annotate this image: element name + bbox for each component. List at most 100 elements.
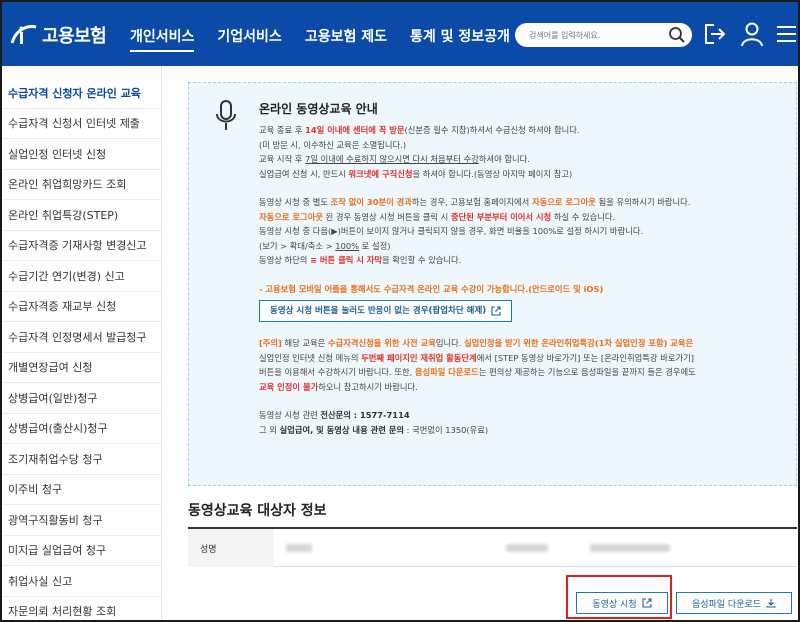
text: 해당 교육은 [281, 338, 328, 348]
text: 입니다. [435, 338, 465, 348]
text-underline: 100% [335, 240, 360, 251]
notice-line: (미 방문 시, 이수하신 교육은 소멸됩니다.) [259, 138, 795, 153]
name-label: 성명 [188, 529, 274, 567]
nav-statistics[interactable]: 통계 및 정보공개 [410, 26, 510, 50]
sidebar-item-relocation[interactable]: 이주비 청구 [2, 475, 161, 505]
text: 동영상 하단의 [259, 255, 311, 265]
text-emphasis: 음성파일 다운로드 [414, 367, 479, 377]
text-bold: 전산문의 : 1577-7114 [320, 410, 410, 420]
text: 을 하셔야 합니다.(동영상 마지막 페이지 참고) [412, 168, 573, 179]
mobile-notice: - 고용보험 모바일 어플을 통해서도 수급자격 온라인 교육 수강이 가능합니… [259, 282, 795, 322]
text: 에서 [STEP 동영상 바로가기] 또는 [온라인취업특강 바로가기] [476, 352, 694, 363]
sidebar-item-internet-submission[interactable]: 수급자격 신청서 인터넷 제출 [2, 109, 161, 139]
menu-icon[interactable] [774, 20, 796, 48]
sidebar-item-consultation-status[interactable]: 자문의뢰 처리현황 조회 [2, 597, 161, 621]
nav-personal-services[interactable]: 개인서비스 [130, 26, 195, 52]
notice-paragraph-1: 교육 종료 후 14일 이내에 센터에 꼭 방문(신분증 필수 지참)하셔서 수… [259, 123, 795, 181]
sidebar-item-change-report[interactable]: 수급자격증 기재사항 변경신고 [2, 231, 161, 261]
search-input[interactable] [529, 26, 659, 44]
notice-line: 자동으로 로그아웃 된 경우 동영상 시청 버튼을 클릭 시 중단된 부분부터 … [259, 210, 795, 225]
popup-unblock-button[interactable]: 동영상 시청 버튼을 눌러도 반응이 없는 경우(팝업차단 해제) [259, 300, 513, 322]
notice-line: 동영상 시청 중 다음(▶)버튼이 보이지 않거나 클릭되지 않을 경우, 화면… [259, 224, 795, 239]
logo[interactable]: 고용보험 [8, 22, 107, 48]
text: (보기 > 확대/축소 > [259, 240, 336, 251]
audio-download-button[interactable]: 음성파일 다운로드 [676, 592, 792, 614]
text: 됨을 유의하시기 바랍니다. [595, 197, 691, 207]
notice-line: 실업급여 신청 시, 반드시 워크넷에 구직신청을 하셔야 합니다.(동영상 마… [259, 167, 795, 182]
text: 동영상 시청 중 다음(▶)버튼이 보이지 않거나 클릭되지 않을 경우, 화면… [259, 226, 644, 236]
text: 는 편의상 제공하는 기능으로 음성파일을 끝까지 들은 경우에도 [478, 367, 696, 377]
sidebar-item-employment-report[interactable]: 취업사실 신고 [2, 566, 161, 597]
text-emphasis: 실업인정을 받기 위한 온라인취업특강(1차 실업인정 포함) 교육은 [464, 338, 694, 348]
sidebar-item-step[interactable]: 온라인 취업특강(STEP) [2, 200, 161, 231]
text: 을 확인할 수 있습니다. [382, 255, 462, 265]
redacted-value [506, 544, 548, 552]
text: 된 경우 동영상 시청 버튼을 클릭 시 [322, 211, 451, 222]
sidebar-item-sickness-benefit[interactable]: 상병급여(일반)청구 [2, 383, 161, 414]
notice-paragraph-3: [주의] 해당 교육은 수급자격신청을 위한 사전 교육입니다. 실업인정을 받… [259, 336, 795, 394]
text-emphasis: 조작 없이 30분이 경과 [330, 197, 412, 207]
text: 동영상 시청 관련 [259, 410, 321, 420]
sidebar-item-job-search-expense[interactable]: 광역구직활동비 청구 [2, 505, 161, 536]
text-emphasis: 두번째 페이지인 재취업 활동단계 [361, 352, 477, 363]
mobile-note-text: - 고용보험 모바일 어플을 통해서도 수급자격 온라인 교육 수강이 가능합니… [259, 283, 604, 294]
popup-unblock-label: 동영상 시청 버튼을 눌러도 반응이 없는 경우(팝업차단 해제) [270, 305, 487, 316]
notice-line: [주의] 해당 교육은 수급자격신청을 위한 사전 교육입니다. 실업인정을 받… [259, 336, 795, 351]
window: 고용보험 개인서비스 기업서비스 고용보험 제도 통계 및 정보공개 검색어를 … [0, 0, 800, 622]
notice-line: (보기 > 확대/축소 > 100% 로 설정) [259, 239, 795, 254]
notice-body: 교육 종료 후 14일 이내에 센터에 꼭 방문(신분증 필수 지참)하셔서 수… [259, 123, 795, 451]
search-icon[interactable] [668, 26, 686, 44]
sidebar-item-unpaid-benefit[interactable]: 미지급 실업급여 청구 [2, 536, 161, 566]
redacted-name [286, 544, 312, 552]
sidebar-item-reissue[interactable]: 수급자격증 재교부 신청 [2, 292, 161, 322]
logo-icon [10, 25, 37, 44]
text-emphasis: 자동으로 로그아웃 [531, 197, 596, 207]
notice-title: 온라인 동영상교육 안내 [259, 102, 378, 116]
text: 로 설정) [359, 240, 391, 251]
notice-paragraph-2: 동영상 시청 중 별도 조작 없이 30분이 경과하는 경우, 고용보험 홈페이… [259, 195, 795, 268]
notice-line: 교육 시작 후 7일 이내에 수료하지 않으시면 다시 처음부터 수강하셔야 합… [259, 152, 795, 167]
text-emphasis: 교육 인정이 불가 [259, 381, 319, 392]
text: 하실 수 있습니다. [551, 211, 616, 222]
text-emphasis: ≡ 버튼 클릭 시 자막 [310, 255, 383, 265]
notice-line: 동영상 시청 중 별도 조작 없이 30분이 경과하는 경우, 고용보험 홈페이… [259, 195, 795, 210]
text-emphasis: 수급자격신청을 위한 사전 교육 [327, 338, 436, 348]
text: 실업인정 인터넷 신청 메뉴의 [259, 352, 362, 363]
text-emphasis: 자동으로 로그아웃 [259, 211, 323, 222]
text-emphasis: 워크넷에 구직신청 [348, 168, 413, 179]
nav-insurance-system[interactable]: 고용보험 제도 [305, 26, 387, 50]
sidebar-item-job-card[interactable]: 온라인 취업희망카드 조회 [2, 170, 161, 200]
sidebar-item-maternity-benefit[interactable]: 상병급여(출산시)청구 [2, 414, 161, 444]
highlight-box [566, 575, 672, 619]
text: 하는 경우, 고용보험 홈페이지에서 [411, 197, 532, 207]
text: 동영상 시청 중 별도 [259, 197, 331, 207]
sidebar-item-unemployment-recognition[interactable]: 실업인정 인터넷 신청 [2, 139, 161, 170]
sidebar-item-extended-benefit[interactable]: 개별연장급여 신청 [2, 353, 161, 383]
user-icon[interactable] [739, 20, 765, 48]
notice-line: 교육 종료 후 14일 이내에 센터에 꼭 방문(신분증 필수 지참)하셔서 수… [259, 123, 795, 138]
nav-business-services[interactable]: 기업서비스 [217, 26, 281, 50]
notice-line: 실업인정 인터넷 신청 메뉴의 두번째 페이지인 재취업 활동단계에서 [STE… [259, 351, 795, 366]
sidebar-item-period-extension[interactable]: 수급기간 연기(변경) 신고 [2, 261, 161, 292]
main-nav: 개인서비스 기업서비스 고용보험 제도 통계 및 정보공개 [130, 26, 533, 52]
microphone-icon [216, 100, 236, 130]
text-underline: 7일 이내에 수료하지 않으시면 다시 처음부터 수강 [305, 154, 479, 164]
text: 하오니 참고하시기 바랍니다. [318, 381, 418, 392]
target-info-table: 성명 [188, 527, 797, 567]
sidebar-item-early-reemployment[interactable]: 조기재취업수당 청구 [2, 444, 161, 475]
audio-download-label: 음성파일 다운로드 [691, 599, 762, 610]
text: 버튼을 이용해서 수강하시기 바랍니다. 또한, [259, 367, 415, 377]
notice-line: 교육 인정이 불가하오니 참고하시기 바랍니다. [259, 380, 795, 395]
text-emphasis: [주의] [259, 338, 282, 348]
sidebar-item-online-education[interactable]: 수급자격 신청자 온라인 교육 [2, 78, 161, 109]
sidebar-item-statement[interactable]: 수급자격 인정명세서 발급청구 [2, 322, 161, 353]
contact-info: 동영상 시청 관련 전산문의 : 1577-7114 그 외 실업급여, 및 동… [259, 408, 795, 437]
contact-line-2: 그 외 실업급여, 및 동영상 내용 관련 문의 : 국번없이 1350(유료) [259, 423, 795, 438]
login-icon[interactable] [702, 20, 728, 48]
redacted-value [590, 544, 670, 552]
text: 하셔야 합니다. [478, 154, 530, 164]
text: : 국번없이 1350(유료) [404, 424, 489, 435]
section-title: 동영상교육 대상자 정보 [188, 503, 327, 519]
sidebar-item-partial [2, 66, 161, 78]
text: 교육 시작 후 [259, 154, 306, 164]
